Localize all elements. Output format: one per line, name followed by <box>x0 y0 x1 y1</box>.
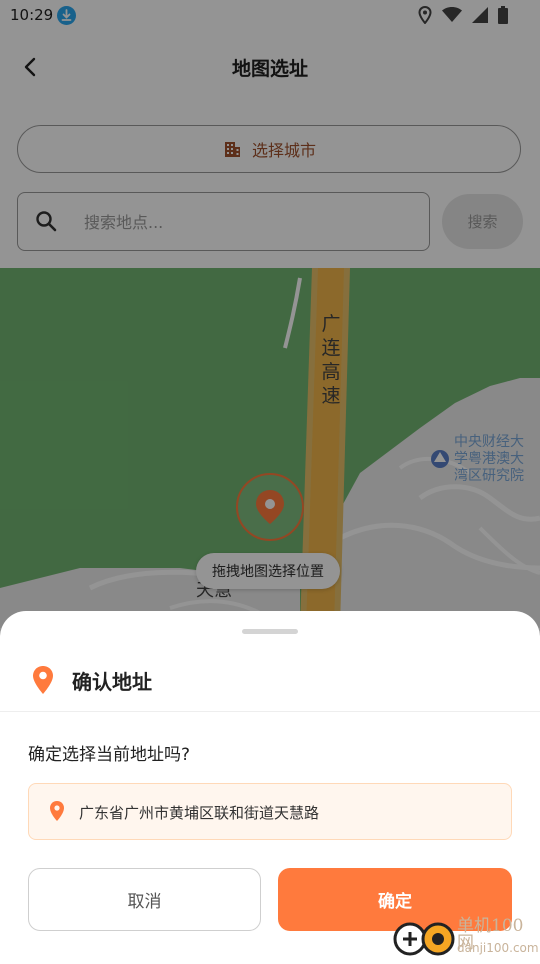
address-card: 广东省广州市黄埔区联和街道天慧路 <box>28 783 512 840</box>
watermark-url: danji100.com <box>457 941 539 955</box>
cancel-button[interactable]: 取消 <box>28 868 261 931</box>
location-pin-icon <box>49 800 65 822</box>
confirm-question: 确定选择当前地址吗? <box>28 745 191 765</box>
sheet-title: 确认地址 <box>72 670 152 694</box>
location-pin-icon <box>32 665 54 695</box>
drag-handle[interactable] <box>242 629 298 634</box>
divider <box>0 711 540 712</box>
address-text: 广东省广州市黄埔区联和街道天慧路 <box>79 804 320 822</box>
confirm-address-sheet: 确认地址 确定选择当前地址吗? 广东省广州市黄埔区联和街道天慧路 取消 确定 <box>0 611 540 960</box>
